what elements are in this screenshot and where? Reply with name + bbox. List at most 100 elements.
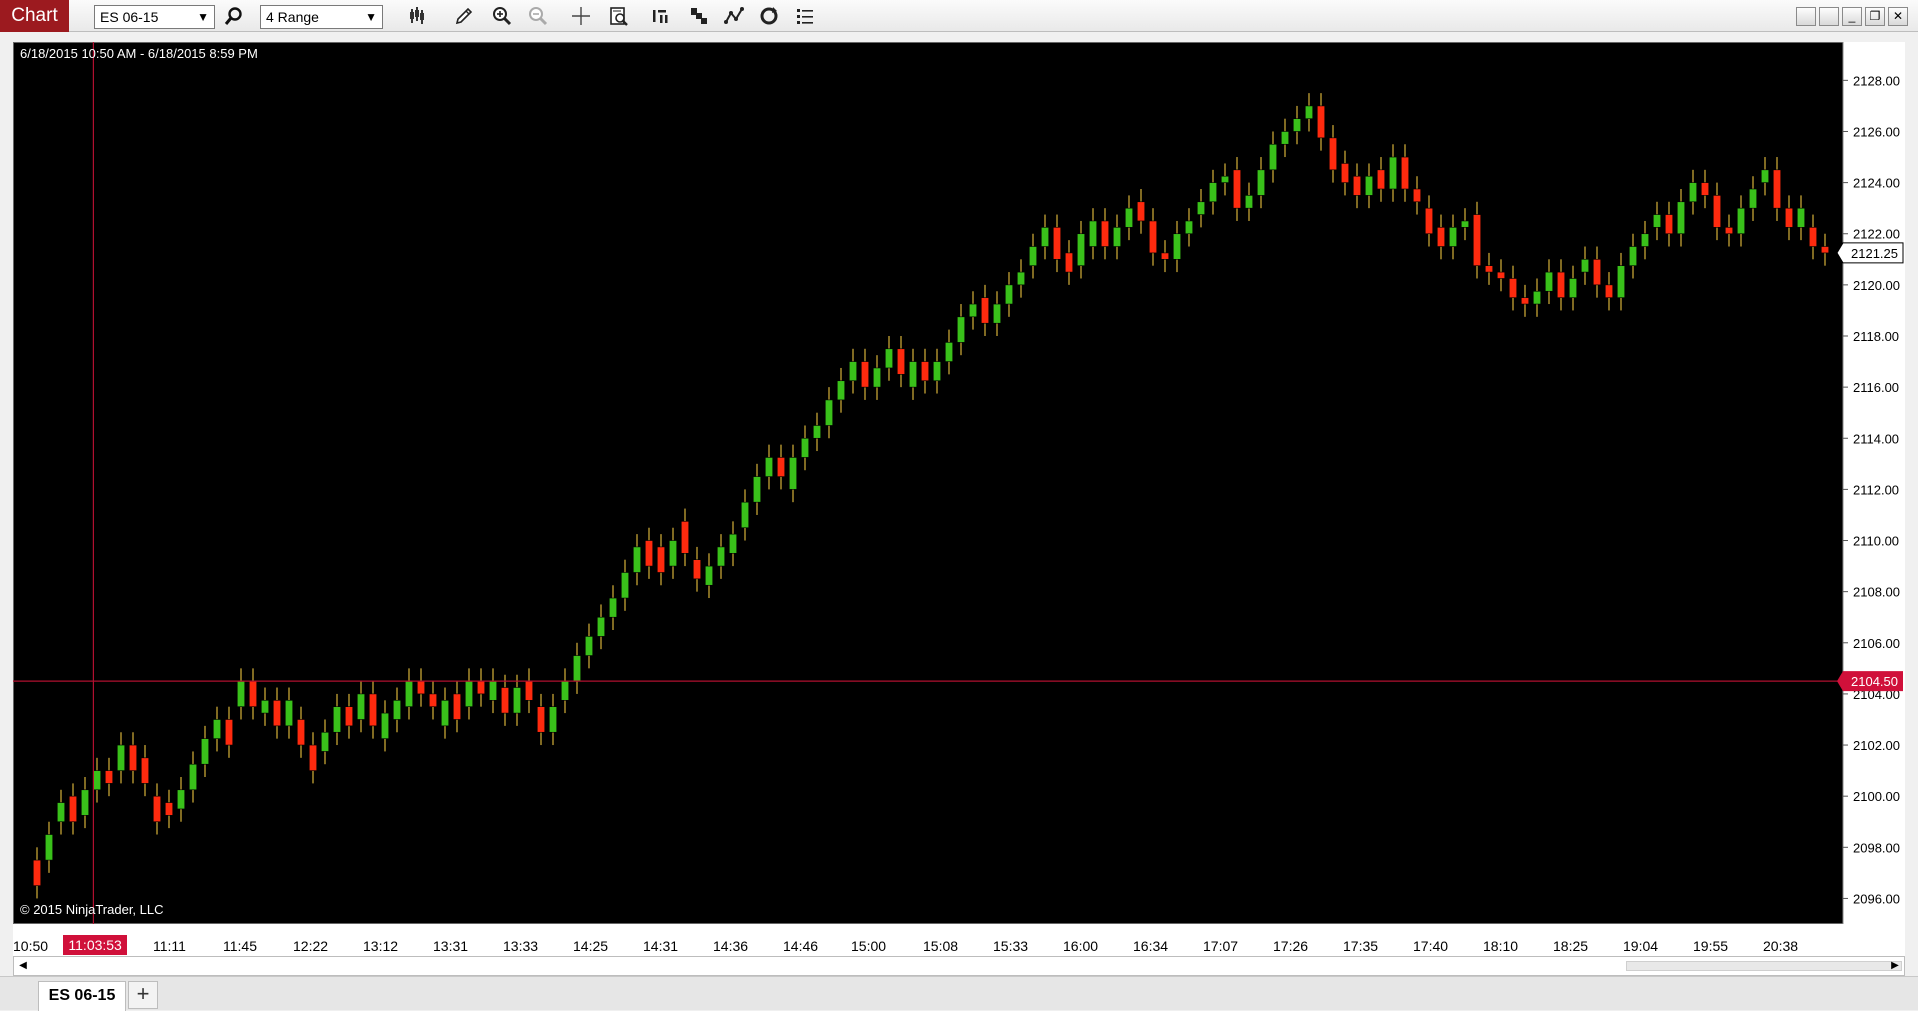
price-chart[interactable]: 2128.00 2126.00 2124.00 2122.00 2120.00 2118.… bbox=[13, 42, 1905, 924]
zoom-out-icon[interactable] bbox=[525, 4, 551, 28]
candle-up bbox=[800, 437, 810, 458]
candle-down bbox=[476, 680, 486, 695]
candle-up bbox=[560, 680, 570, 701]
refresh-icon[interactable] bbox=[756, 4, 782, 28]
candle-up bbox=[1460, 220, 1470, 228]
restore-button[interactable]: ❐ bbox=[1865, 7, 1885, 26]
candle-up bbox=[236, 680, 246, 707]
candle-up bbox=[404, 680, 414, 707]
candle-down bbox=[1772, 169, 1782, 209]
time-tick-label: 16:00 bbox=[1063, 938, 1099, 954]
candle-down bbox=[1160, 252, 1170, 260]
candle-up bbox=[1628, 246, 1638, 266]
candle-down bbox=[344, 706, 354, 727]
candle-up bbox=[464, 680, 474, 707]
candle-down bbox=[1136, 201, 1146, 222]
data-box-icon[interactable] bbox=[606, 4, 632, 28]
time-tick-label: 17:35 bbox=[1343, 938, 1379, 954]
time-tick-label: 11:11 bbox=[153, 938, 186, 954]
scroll-right-icon[interactable]: ▶ bbox=[1888, 959, 1902, 973]
time-tick-label: 14:46 bbox=[783, 938, 819, 954]
candle-up bbox=[1028, 246, 1038, 266]
candles-icon[interactable] bbox=[686, 4, 712, 28]
candle-up bbox=[1796, 207, 1806, 228]
candle-down bbox=[428, 693, 438, 707]
drawing-tools-icon[interactable] bbox=[721, 4, 747, 28]
scroll-track[interactable] bbox=[32, 961, 1902, 971]
candle-down bbox=[500, 687, 510, 714]
chart-tab-bar: ES 06-15 + bbox=[0, 976, 1918, 1011]
candle-up bbox=[1244, 195, 1254, 209]
candle-down bbox=[224, 719, 234, 746]
price-tick-label: 2096.00 bbox=[1853, 891, 1900, 906]
crosshair-icon[interactable] bbox=[568, 4, 594, 28]
candle-up bbox=[572, 655, 582, 682]
tab-es-06-15[interactable]: ES 06-15 bbox=[38, 981, 126, 1011]
candle-up bbox=[44, 834, 54, 861]
time-tick-label: 13:33 bbox=[503, 938, 539, 954]
candle-up bbox=[584, 636, 594, 656]
candle-up bbox=[740, 501, 750, 529]
time-tick-label: 10:50 bbox=[13, 938, 49, 954]
time-tick-label: 14:25 bbox=[573, 938, 609, 954]
scroll-left-icon[interactable]: ◀ bbox=[16, 959, 30, 973]
candle-up bbox=[1748, 188, 1758, 209]
minimize-button[interactable]: _ bbox=[1842, 7, 1862, 26]
candle-up bbox=[1268, 143, 1278, 171]
bars-icon[interactable] bbox=[648, 4, 674, 28]
time-tick-label: 13:31 bbox=[433, 938, 469, 954]
candle-up bbox=[392, 700, 402, 720]
candle-up bbox=[1292, 118, 1302, 132]
pencil-icon[interactable] bbox=[451, 4, 477, 28]
candle-up bbox=[620, 572, 630, 599]
candle-down bbox=[1352, 175, 1362, 196]
candle-up bbox=[1544, 271, 1554, 292]
candle-up bbox=[824, 399, 834, 426]
candle-up bbox=[1640, 233, 1650, 247]
candle-down bbox=[164, 802, 174, 816]
add-tab-icon[interactable]: + bbox=[128, 981, 158, 1009]
candle-down bbox=[524, 680, 534, 701]
candle-up bbox=[1280, 131, 1290, 145]
crosshair-price-label: 2104.50 bbox=[1851, 674, 1898, 689]
candle-down bbox=[272, 700, 282, 727]
candle-up bbox=[200, 738, 210, 765]
time-tick-label: 17:07 bbox=[1203, 938, 1239, 954]
interval-selector[interactable]: 4 Range ▼ bbox=[260, 5, 383, 29]
candle-down bbox=[308, 744, 318, 771]
candle-up bbox=[512, 687, 522, 714]
candle-down bbox=[980, 297, 990, 324]
horizontal-scrollbar[interactable]: ◀ ▶ bbox=[13, 956, 1905, 976]
window-tile-button[interactable] bbox=[1796, 7, 1816, 26]
close-button[interactable]: ✕ bbox=[1888, 7, 1908, 26]
candle-down bbox=[536, 706, 546, 733]
candle-up bbox=[1652, 214, 1662, 228]
candle-up bbox=[1124, 207, 1134, 228]
candle-up bbox=[80, 789, 90, 816]
candle-down bbox=[128, 744, 138, 771]
time-tick-label: 17:40 bbox=[1413, 938, 1449, 954]
properties-icon[interactable] bbox=[792, 4, 818, 28]
candle-down bbox=[1064, 252, 1074, 273]
candle-up bbox=[908, 361, 918, 388]
bar-type-icon[interactable] bbox=[405, 4, 431, 28]
candle-up bbox=[704, 565, 714, 586]
zoom-in-icon[interactable] bbox=[489, 4, 515, 28]
candle-up bbox=[788, 457, 798, 490]
candle-up bbox=[440, 700, 450, 727]
candle-up bbox=[1004, 284, 1014, 305]
candle-down bbox=[1604, 284, 1614, 298]
candle-down bbox=[1400, 156, 1410, 190]
scroll-thumb[interactable] bbox=[1626, 961, 1902, 971]
candle-up bbox=[764, 457, 774, 477]
candle-down bbox=[1436, 227, 1446, 247]
candle-up bbox=[188, 763, 198, 791]
price-tick-label: 2110.00 bbox=[1853, 534, 1899, 549]
candle-down bbox=[1472, 214, 1482, 266]
price-tick-label: 2100.00 bbox=[1853, 789, 1900, 804]
price-tick-label: 2106.00 bbox=[1853, 636, 1900, 651]
window-cascade-button[interactable] bbox=[1819, 7, 1839, 26]
time-tick-label: 17:26 bbox=[1273, 938, 1309, 954]
instrument-selector[interactable]: ES 06-15 ▼ bbox=[94, 5, 215, 29]
search-icon[interactable] bbox=[221, 4, 247, 28]
